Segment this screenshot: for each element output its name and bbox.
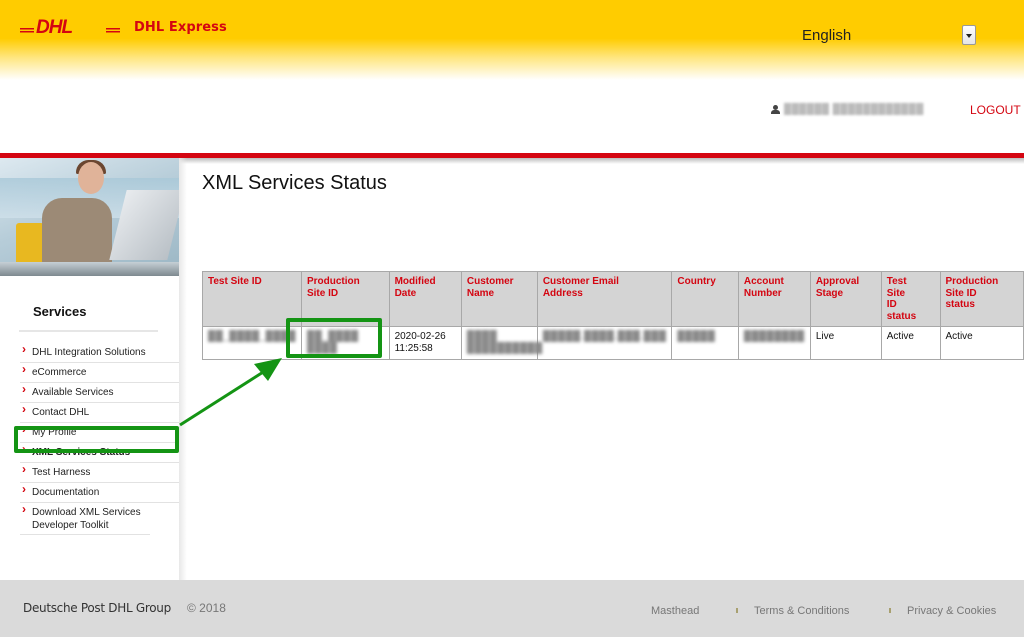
cell-customer-name: ████ ██████████ [460, 326, 542, 360]
sidebar: Services DHL Integration Solutions eComm… [0, 158, 179, 580]
footer: Deutsche Post DHL Group © 2018 Masthead … [0, 580, 1024, 637]
page: DHL DHL Express English ██████ █████████… [0, 0, 1024, 637]
sidebar-item-contact-dhl[interactable]: Contact DHL [20, 403, 179, 423]
user-icon [771, 104, 780, 114]
column-header-test-site-status: Test Site ID status [880, 271, 941, 327]
footer-link-privacy[interactable]: Privacy & Cookies [907, 605, 996, 617]
sidebar-item-download-toolkit[interactable]: Download XML Services Developer Toolkit [20, 503, 150, 535]
highlight-box-sidebar [14, 426, 179, 453]
footer-separator [889, 608, 891, 613]
sidebar-item-available-services[interactable]: Available Services [20, 383, 179, 403]
footer-link-masthead[interactable]: Masthead [651, 605, 699, 617]
sidebar-divider [19, 330, 158, 332]
page-title: XML Services Status [202, 172, 387, 194]
brand-name: DHL Express [134, 20, 227, 35]
cell-account-number: ████████ [737, 326, 811, 360]
language-select[interactable]: English [802, 24, 978, 48]
footer-link-terms[interactable]: Terms & Conditions [754, 605, 849, 617]
language-value: English [802, 27, 852, 44]
sidebar-title: Services [33, 304, 87, 319]
column-header-modified-date: Modified Date [388, 271, 462, 327]
cell-production-site-status: Active [939, 326, 1024, 360]
sidebar-item-documentation[interactable]: Documentation [20, 483, 179, 503]
footer-copyright: © 2018 [187, 601, 226, 615]
dhl-logo[interactable]: DHL [20, 16, 120, 36]
highlight-box-production-site-id [286, 318, 382, 358]
chevron-down-icon[interactable] [962, 25, 976, 45]
sidebar-item-dhl-integration-solutions[interactable]: DHL Integration Solutions [20, 343, 179, 363]
column-header-customer-email: Customer Email Address [536, 271, 673, 327]
cell-country: █████ [671, 326, 739, 360]
column-header-account-number: Account Number [737, 271, 811, 327]
cell-approval-stage: Live [809, 326, 882, 360]
column-header-customer-name: Customer Name [460, 271, 538, 327]
header: DHL DHL Express English [0, 0, 1024, 80]
footer-separator [736, 608, 738, 613]
column-header-production-site-status: Production Site ID status [939, 271, 1024, 327]
user-info: ██████ ████████████ [771, 102, 924, 116]
sidebar-shadow [179, 158, 187, 580]
cell-modified-date: 2020-02-26 11:25:58 [388, 326, 462, 360]
footer-brand: Deutsche Post DHL Group [23, 601, 171, 615]
hero-image [0, 158, 179, 276]
cell-customer-email: █████.████.███.███ [536, 326, 673, 360]
sidebar-item-test-harness[interactable]: Test Harness [20, 463, 179, 483]
sidebar-item-ecommerce[interactable]: eCommerce [20, 363, 179, 383]
column-header-country: Country [671, 271, 739, 327]
svg-text:DHL: DHL [36, 17, 72, 36]
user-name: ██████ ████████████ [784, 103, 924, 115]
column-header-approval-stage: Approval Stage [809, 271, 882, 327]
cell-test-site-status: Active [880, 326, 941, 360]
logout-link[interactable]: LOGOUT [970, 103, 1021, 117]
